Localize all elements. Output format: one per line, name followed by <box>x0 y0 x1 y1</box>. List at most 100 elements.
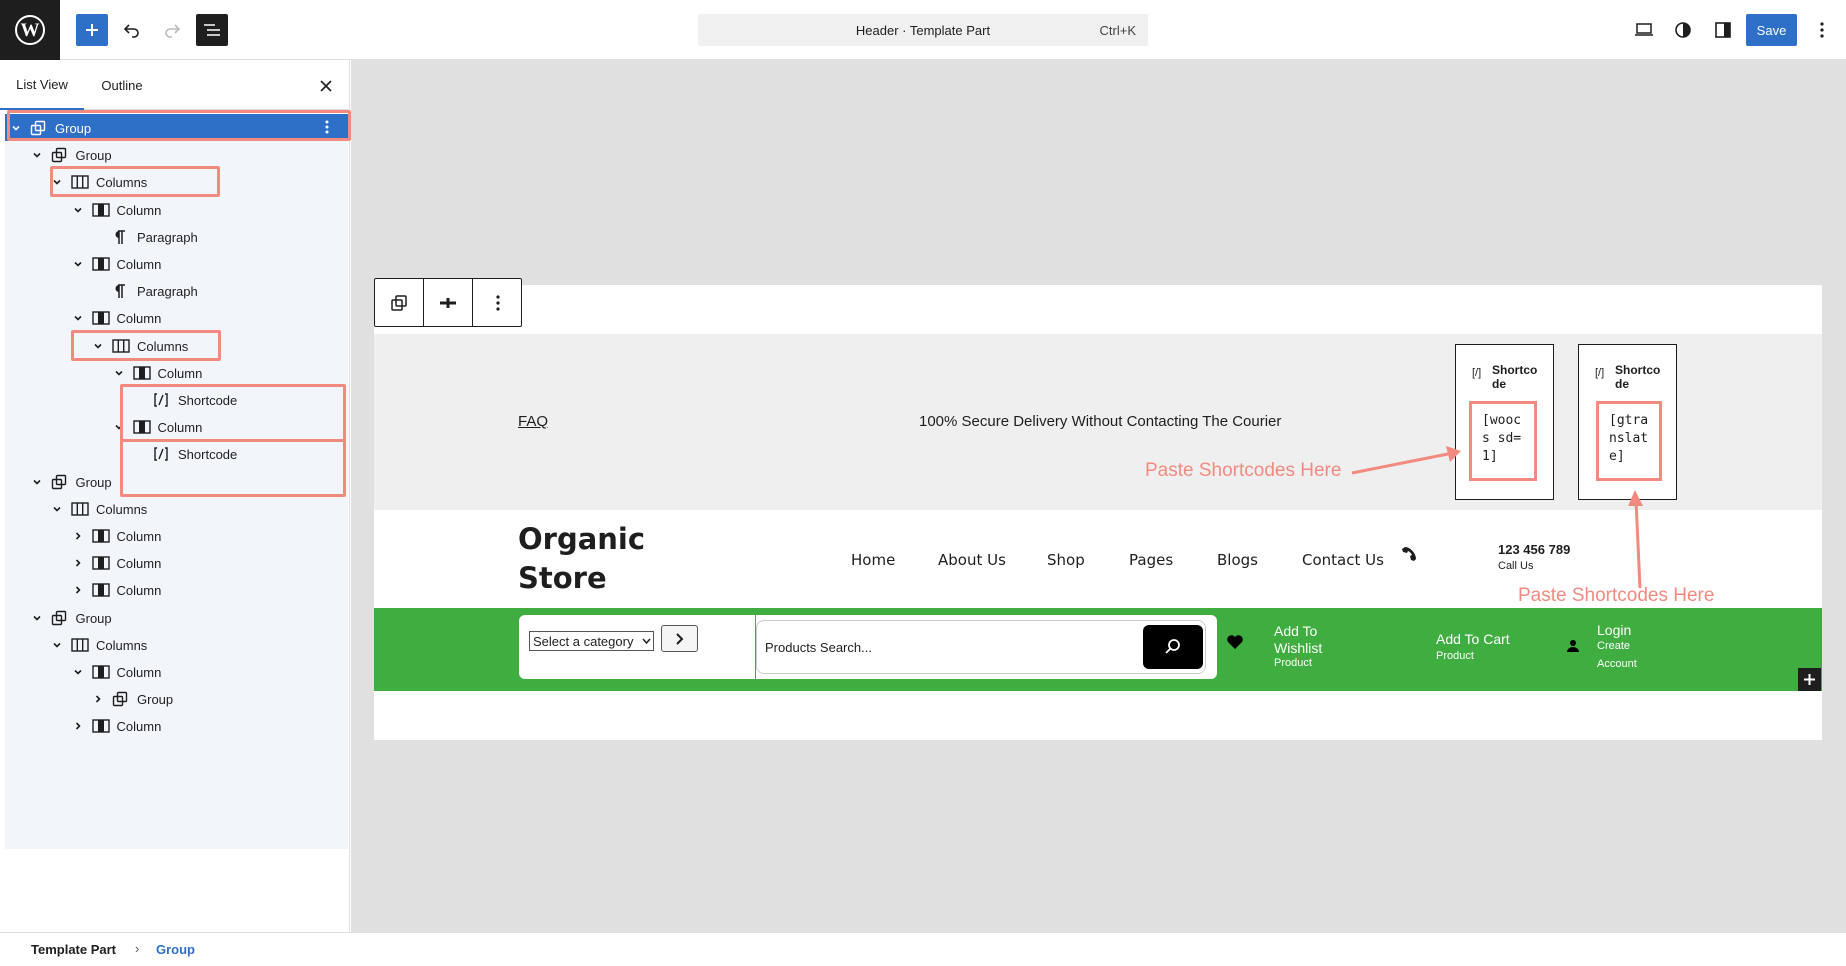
shortcode-input[interactable]: [gtranslate] <box>1596 401 1662 481</box>
tree-row-label: Shortcode <box>178 393 238 408</box>
chevron-right-icon[interactable] <box>92 693 104 705</box>
chevron-right-icon <box>675 632 683 645</box>
tree-row-group[interactable]: Group <box>5 604 348 631</box>
nav-pages[interactable]: Pages <box>1129 551 1173 569</box>
nav-home[interactable]: Home <box>851 551 895 569</box>
chevron-down-icon[interactable] <box>51 639 63 651</box>
chevron-right-icon[interactable] <box>72 557 84 569</box>
document-overview-button[interactable] <box>196 14 228 46</box>
search-submit-button[interactable] <box>1143 625 1203 669</box>
tree-row-column[interactable]: Column <box>5 413 348 440</box>
desktop-preview-icon[interactable] <box>1628 14 1660 46</box>
tree-row-columns[interactable]: Columns <box>5 631 348 658</box>
tree-row-column[interactable]: Column <box>5 658 348 685</box>
tree-row-column[interactable]: Column <box>5 196 348 223</box>
chevron-right-icon[interactable] <box>72 584 84 596</box>
tree-row-paragraph[interactable]: Paragraph <box>5 223 348 250</box>
column-icon <box>91 718 110 734</box>
chevron-down-icon[interactable] <box>72 204 84 216</box>
nav-about-us[interactable]: About Us <box>938 551 1006 569</box>
login-sub: Account <box>1597 658 1637 670</box>
wordpress-logo-icon[interactable]: W <box>0 0 60 60</box>
login-title[interactable]: Login <box>1597 622 1631 638</box>
tree-row-label: Group <box>75 610 112 626</box>
options-menu-icon[interactable] <box>1806 14 1838 46</box>
redo-icon[interactable] <box>156 14 188 46</box>
group-icon <box>51 474 67 490</box>
row-options-icon[interactable] <box>325 120 329 134</box>
tree-row-group[interactable]: Group <box>5 141 348 168</box>
panel-tabs: List View Outline <box>0 60 350 110</box>
columns-icon <box>112 338 130 354</box>
tree-row-group[interactable]: Group <box>5 114 348 141</box>
group-block-icon[interactable] <box>375 279 424 326</box>
tree-row-columns[interactable]: Columns <box>5 168 348 195</box>
nav-contact-us[interactable]: Contact Us <box>1302 551 1384 569</box>
chevron-down-icon[interactable] <box>10 122 22 134</box>
columns-icon <box>71 501 89 517</box>
tree-row-paragraph[interactable]: Paragraph <box>5 277 348 304</box>
tree-row-column[interactable]: Column <box>5 522 348 549</box>
tab-list-view[interactable]: List View <box>0 60 84 110</box>
nav-blogs[interactable]: Blogs <box>1217 551 1258 569</box>
chevron-right-icon[interactable] <box>72 720 84 732</box>
list-view-panel: List View Outline Group Group Columns Colum… <box>0 60 351 932</box>
chevron-down-icon[interactable] <box>72 312 84 324</box>
category-select[interactable]: Select a category <box>529 631 654 651</box>
cart-sub: Product <box>1436 650 1474 662</box>
breadcrumb-current[interactable]: Group <box>156 942 195 957</box>
styles-contrast-icon[interactable] <box>1667 14 1699 46</box>
settings-sidebar-icon[interactable] <box>1707 14 1739 46</box>
tree-row-label: Group <box>75 148 112 164</box>
faq-link[interactable]: FAQ <box>518 413 548 430</box>
chevron-down-icon[interactable] <box>113 421 125 433</box>
chevron-down-icon[interactable] <box>51 503 63 515</box>
tab-outline[interactable]: Outline <box>90 60 154 110</box>
tree-row-column[interactable]: Column <box>5 304 348 331</box>
tree-row-label: Column <box>116 529 162 544</box>
chevron-down-icon[interactable] <box>72 258 84 270</box>
shortcode-block-translate[interactable]: [/] Shortcode [gtranslate] <box>1578 344 1677 500</box>
chevron-down-icon[interactable] <box>92 340 104 352</box>
tree-row-columns[interactable]: Columns <box>5 332 348 359</box>
command-palette-bar[interactable]: Header · Template Part Ctrl+K <box>698 14 1148 46</box>
wishlist-title[interactable]: Add To Wishlist <box>1274 623 1354 657</box>
block-options-icon[interactable] <box>473 279 522 326</box>
tree-row-group[interactable]: Group <box>5 468 348 495</box>
tree-row-column[interactable]: Column <box>5 359 348 386</box>
chevron-down-icon[interactable] <box>31 149 43 161</box>
chevron-down-icon <box>642 638 651 645</box>
chevron-down-icon[interactable] <box>31 612 43 624</box>
tree-row-column[interactable]: Column <box>5 250 348 277</box>
tree-row-column[interactable]: Column <box>5 576 348 603</box>
undo-icon[interactable] <box>116 14 148 46</box>
chevron-down-icon[interactable] <box>51 176 63 188</box>
search-input[interactable]: Products Search... <box>756 620 1206 674</box>
breadcrumb-root[interactable]: Template Part <box>31 942 116 957</box>
tree-row-group[interactable]: Group <box>5 685 348 712</box>
site-logo-title[interactable]: Organic Store <box>518 520 645 598</box>
save-button[interactable]: Save <box>1746 14 1797 46</box>
cart-title[interactable]: Add To Cart <box>1436 631 1510 647</box>
tree-row-column[interactable]: Column <box>5 549 348 576</box>
category-select-value: Select a category <box>533 634 634 649</box>
tree-row-columns[interactable]: Columns <box>5 495 348 522</box>
heart-icon <box>1227 635 1243 649</box>
tree-row-shortcode[interactable]: Shortcode <box>5 386 348 413</box>
columns-icon <box>71 637 89 653</box>
nav-shop[interactable]: Shop <box>1047 551 1085 569</box>
chevron-right-icon[interactable] <box>72 530 84 542</box>
chevron-down-icon[interactable] <box>31 476 43 488</box>
add-block-button[interactable] <box>76 14 108 46</box>
column-icon <box>91 256 110 272</box>
category-go-button[interactable] <box>661 625 698 652</box>
move-block-icon[interactable] <box>424 279 473 326</box>
chevron-down-icon[interactable] <box>72 666 84 678</box>
close-icon[interactable] <box>316 76 336 96</box>
shortcode-input[interactable]: [woocs sd=1] <box>1469 401 1537 481</box>
tree-row-shortcode[interactable]: Shortcode <box>5 440 348 467</box>
tree-row-column[interactable]: Column <box>5 712 348 739</box>
inserter-button[interactable] <box>1798 668 1821 691</box>
search-placeholder: Products Search... <box>765 640 872 655</box>
chevron-down-icon[interactable] <box>113 367 125 379</box>
